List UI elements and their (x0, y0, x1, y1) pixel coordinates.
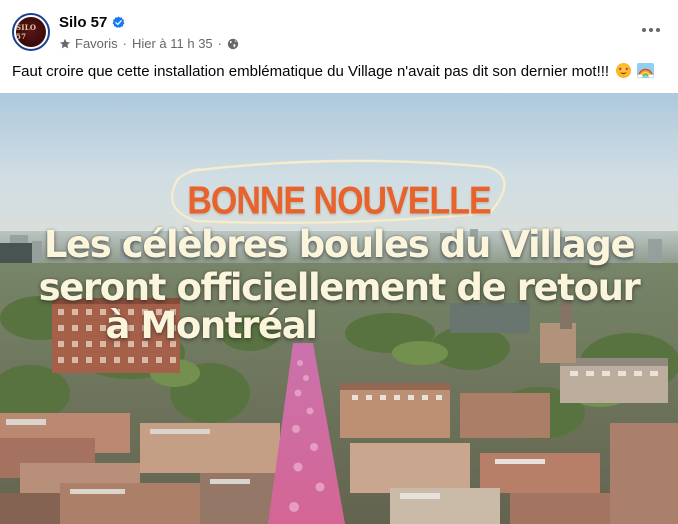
avatar-logo: SILO 57 (16, 17, 46, 47)
post-meta: Favoris · Hier à 11 h 35 · (59, 35, 239, 52)
author-name[interactable]: Silo 57 (59, 14, 107, 31)
star-struck-emoji (616, 63, 632, 78)
post-image[interactable]: BONNE NOUVELLE Les célèbres boules du Vi… (0, 93, 678, 524)
meta-separator-2: · (217, 36, 223, 51)
facebook-post: SILO 57 Silo 57 Favoris · Hier à 11 h 35… (0, 0, 678, 524)
page-avatar[interactable]: SILO 57 (12, 13, 50, 51)
more-options-icon (642, 28, 646, 32)
image-kicker: BONNE NOUVELLE (0, 181, 678, 220)
headline-line-3: à Montréal (105, 304, 318, 347)
rainbow-emoji (637, 63, 655, 78)
headline-line-1: Les célèbres boules du Village (43, 223, 636, 266)
post-message: Faut croire que cette installation emblé… (12, 62, 672, 82)
post-message-text: Faut croire que cette installation emblé… (12, 63, 610, 80)
headline-line-2: seront officiellement de retour (38, 266, 641, 309)
globe-icon (227, 38, 239, 49)
meta-separator: · (122, 36, 127, 51)
verified-badge-icon (112, 15, 125, 28)
author-row: Silo 57 (59, 12, 125, 32)
more-options-button[interactable] (638, 18, 664, 42)
audience-label: Favoris (75, 36, 118, 51)
more-options-icon-dot (656, 28, 660, 32)
post-timestamp[interactable]: Hier à 11 h 35 (132, 36, 213, 51)
more-options-icon-dot (649, 28, 653, 32)
post-header: SILO 57 Silo 57 Favoris · Hier à 11 h 35… (0, 0, 678, 60)
kicker-text: BONNE NOUVELLE (187, 179, 491, 223)
star-icon (59, 38, 71, 48)
